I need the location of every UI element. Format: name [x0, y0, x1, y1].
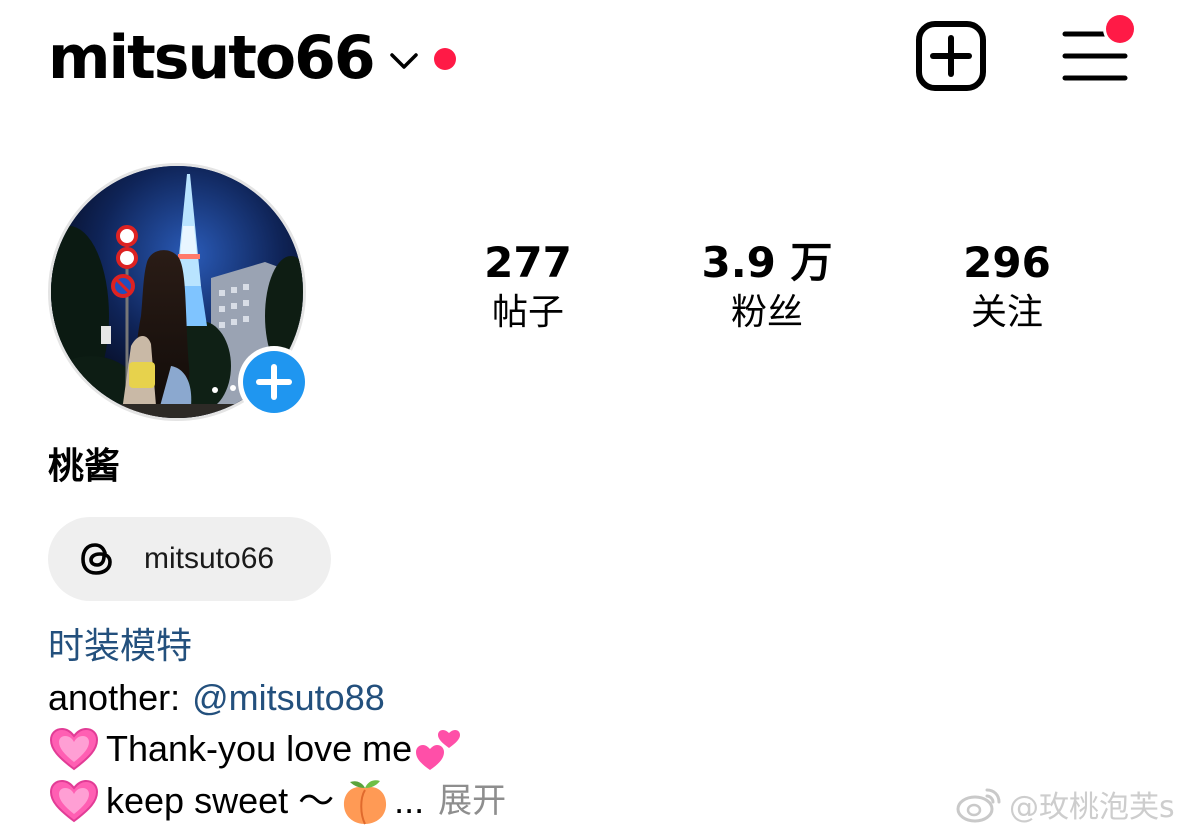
profile-header: mitsuto66 — [48, 22, 456, 94]
bio-another-prefix: another: — [48, 677, 181, 718]
threads-handle: mitsuto66 — [144, 542, 275, 575]
bio-line-keep-sweet: keep sweet ～ ... 展开 — [48, 776, 506, 826]
peach-icon — [344, 780, 387, 825]
heart-icon — [49, 779, 99, 823]
stat-followers-label: 粉丝 — [730, 292, 803, 333]
heart-icon — [49, 727, 99, 771]
threads-link-chip[interactable]: mitsuto66 — [48, 517, 331, 601]
username-switcher[interactable]: mitsuto66 — [48, 22, 376, 94]
stat-posts[interactable]: 277 帖子 — [428, 238, 628, 336]
stat-posts-label: 帖子 — [491, 292, 564, 333]
stat-followers-value: 3.9 万 — [701, 238, 833, 287]
watermark-text: @玫桃泡芙s — [1009, 790, 1175, 825]
weibo-icon — [956, 788, 1001, 823]
chevron-down-icon[interactable] — [388, 51, 420, 73]
bio-line-thank-you: Thank-you love me — [48, 724, 462, 774]
expand-bio-link[interactable]: 展开 — [438, 776, 506, 826]
bio-thank-you-text: Thank-you love me — [106, 728, 413, 769]
profile-category: 时装模特 — [48, 626, 193, 667]
plus-circle-icon[interactable] — [237, 345, 311, 419]
bio-mention-link[interactable]: @mitsuto88 — [192, 673, 385, 723]
stat-posts-value: 277 — [484, 238, 572, 287]
watermark: @玫桃泡芙s — [955, 782, 1175, 826]
notification-dot — [433, 48, 456, 70]
stat-followers[interactable]: 3.9 万 粉丝 — [667, 238, 867, 336]
stat-following-label: 关注 — [970, 292, 1043, 333]
threads-icon — [81, 543, 112, 575]
menu-notification-badge — [1106, 15, 1134, 43]
plus-square-icon[interactable] — [915, 20, 987, 92]
two-hearts-icon — [416, 730, 461, 770]
display-name: 桃酱 — [48, 446, 121, 487]
bio-ellipsis: ... — [394, 780, 425, 821]
stat-following[interactable]: 296 关注 — [907, 238, 1107, 336]
bio-keep-sweet-text: keep sweet ～ — [106, 780, 335, 821]
stat-following-value: 296 — [963, 238, 1051, 287]
bio-line-another: another: @mitsuto88 — [48, 673, 385, 723]
